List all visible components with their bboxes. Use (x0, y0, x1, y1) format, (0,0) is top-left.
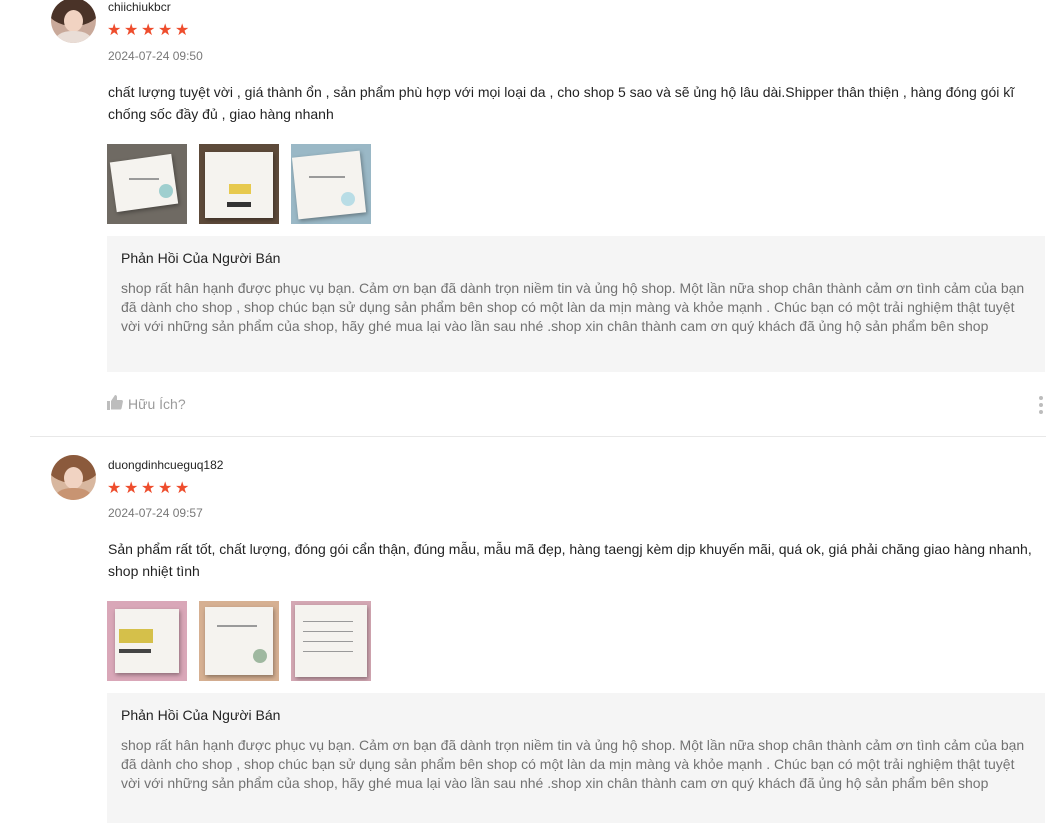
seller-reply-text: shop rất hân hạnh được phục vụ bạn. Cảm … (121, 737, 1025, 791)
avatar[interactable] (51, 455, 96, 500)
seller-reply: Phản Hồi Của Người Bán shop rất hân hạnh… (107, 693, 1045, 823)
seller-reply-text: shop rất hân hạnh được phục vụ bạn. Cảm … (121, 280, 1025, 334)
rating-stars: ★ ★ ★ ★ ★ (107, 481, 190, 497)
review-photo[interactable] (199, 144, 279, 224)
review-date: 2024-07-24 09:50 (108, 49, 203, 63)
review-photo[interactable] (199, 601, 279, 681)
star-icon: ★ (107, 22, 122, 39)
review-photo[interactable] (291, 601, 371, 681)
review-date: 2024-07-24 09:57 (108, 506, 203, 520)
review-comment: chất lượng tuyệt vời , giá thành ổn , sả… (108, 84, 1015, 122)
review-username: chiichiukbcr (108, 0, 171, 14)
review-comment: Sản phẩm rất tốt, chất lượng, đóng gói c… (108, 541, 1032, 579)
star-icon: ★ (124, 480, 139, 497)
review-divider (30, 436, 1046, 437)
review-photos (107, 601, 371, 681)
star-icon: ★ (175, 480, 190, 497)
seller-reply: Phản Hồi Của Người Bán shop rất hân hạnh… (107, 236, 1045, 372)
review-photo[interactable] (107, 144, 187, 224)
helpful-button[interactable]: Hữu Ích? (107, 395, 186, 413)
more-vertical-icon[interactable] (1037, 396, 1045, 414)
star-icon: ★ (141, 22, 156, 39)
review-photo[interactable] (107, 601, 187, 681)
star-icon: ★ (107, 480, 122, 497)
review-photos (107, 144, 371, 224)
star-icon: ★ (158, 480, 173, 497)
rating-stars: ★ ★ ★ ★ ★ (107, 23, 190, 39)
thumbs-up-icon (107, 395, 123, 413)
review-photo[interactable] (291, 144, 371, 224)
star-icon: ★ (141, 480, 156, 497)
seller-reply-title: Phản Hồi Của Người Bán (121, 707, 281, 723)
avatar[interactable] (51, 0, 96, 43)
review-username: duongdinhcueguq182 (108, 458, 224, 472)
star-icon: ★ (175, 22, 190, 39)
helpful-label: Hữu Ích? (128, 396, 186, 412)
star-icon: ★ (124, 22, 139, 39)
star-icon: ★ (158, 22, 173, 39)
seller-reply-title: Phản Hồi Của Người Bán (121, 250, 281, 266)
